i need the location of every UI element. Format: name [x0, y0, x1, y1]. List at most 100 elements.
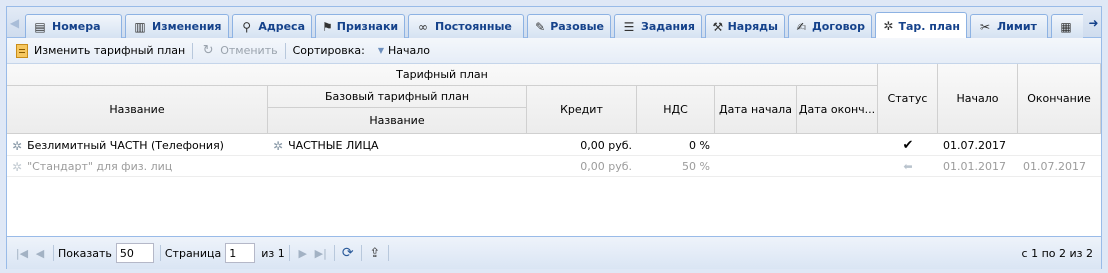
sort-desc-icon: ▼ [377, 46, 385, 55]
undo-icon: ↻ [202, 43, 214, 58]
cell-vat: 50 % [682, 160, 710, 173]
pager-divider [360, 245, 362, 261]
sim-card-icon: ▤ [34, 19, 46, 34]
pager-divider [333, 245, 335, 261]
tab-scroll-left-icon[interactable]: ◀ [8, 13, 21, 33]
tab-label: Наряды [727, 20, 778, 33]
tab-label: Постоянные [435, 20, 512, 33]
link-icon: ∞ [418, 19, 428, 34]
cell-begin: 01.07.2017 [943, 139, 1006, 152]
column-header-end[interactable]: Окончание [1018, 64, 1101, 134]
plan-name: "Стандарт" для физ. лиц [27, 160, 173, 173]
tab-numbers[interactable]: ▤ Номера [25, 14, 122, 38]
table-row[interactable]: ✲ "Стандарт" для физ. лиц 0,00 руб. 50 %… [7, 156, 1101, 177]
change-plan-icon [14, 43, 30, 59]
column-header-vat[interactable]: НДС [637, 86, 715, 134]
tasks-icon: ☰ [623, 19, 635, 34]
sort-value: Начало [388, 44, 431, 57]
tariff-plan-icon: ✲ [12, 159, 23, 174]
tab-label: Тар. план [898, 19, 961, 33]
tariff-icon: ✲ [883, 19, 894, 33]
pager-divider [53, 245, 54, 261]
column-header-name[interactable]: Название [7, 86, 268, 134]
grid-header: Тарифный план Название Базовый тарифный … [7, 64, 1101, 134]
pager-divider [387, 245, 389, 261]
column-header-end-date[interactable]: Дата оконч... [797, 86, 878, 134]
tab-permanent[interactable]: ∞ Постоянные [408, 14, 524, 38]
cell-end-date [797, 135, 878, 156]
toolbar-divider [284, 42, 286, 59]
cell-start-date [715, 156, 797, 177]
cell-end: 01.07.2017 [1023, 160, 1086, 173]
plan-name: Безлимитный ЧАСТН (Телефония) [27, 139, 224, 152]
column-header-base-name[interactable]: Название [268, 108, 527, 134]
export-upload-icon[interactable]: ⇪ [366, 244, 384, 262]
tab-label: Признаки [336, 20, 399, 33]
tab-label: Разовые [550, 20, 604, 33]
column-header-status[interactable]: Статус [878, 64, 938, 134]
pager-divider [288, 245, 290, 261]
tab-label: Договор [811, 20, 865, 33]
tariff-plan-grid: Тарифный план Название Базовый тарифный … [7, 64, 1101, 177]
wrench-icon: ✎ [535, 19, 546, 34]
page-count: из 1 [261, 246, 285, 260]
column-header-start-date[interactable]: Дата начала [715, 86, 797, 134]
cell-credit: 0,00 руб. [580, 139, 632, 152]
cell-end-date [797, 156, 878, 177]
cell-name: ✲ "Стандарт" для физ. лиц [7, 156, 268, 177]
status-active-icon: ✔ [902, 138, 914, 153]
paging-toolbar: |◀ ◀ Показать 50 Страница 1 из 1 ▶ ▶| ⟳ … [7, 236, 1101, 269]
toolbar: Изменить тарифный план ↻ Отменить Сортир… [7, 38, 1101, 64]
sort-begin-button[interactable]: ▼ Начало [365, 41, 433, 61]
last-page-icon[interactable]: ▶| [312, 244, 330, 262]
pager-divider [159, 245, 161, 261]
tab-one-time[interactable]: ✎ Разовые [527, 14, 611, 38]
column-header-begin[interactable]: Начало [938, 64, 1018, 134]
tab-scroll-right-icon[interactable]: ➜ [1087, 13, 1100, 33]
cancel-label: Отменить [220, 44, 278, 57]
tab-label: Адреса [258, 20, 305, 33]
prev-page-icon[interactable]: ◀ [31, 244, 49, 262]
cell-vat: 0 % [689, 139, 710, 152]
tab-contract[interactable]: ✍ Договор [788, 14, 872, 38]
tab-limit[interactable]: ✂ Лимит [970, 14, 1048, 38]
tariff-plan-icon: ✲ [12, 138, 23, 153]
tab-extra[interactable]: ▦ [1051, 14, 1083, 38]
base-plan-name: ЧАСТНЫЕ ЛИЦА [288, 139, 379, 152]
show-label: Показать [58, 246, 112, 260]
scissors-icon: ✂ [979, 19, 991, 34]
tab-label: Лимит [997, 20, 1037, 33]
change-tariff-plan-button[interactable]: Изменить тарифный план [11, 41, 188, 61]
status-previous-arrow-icon: ⬅ [903, 160, 913, 173]
paging-summary: с 1 по 2 из 2 [1021, 247, 1093, 260]
tab-orders[interactable]: ⚒ Наряды [705, 14, 785, 38]
page-size-input[interactable]: 50 [115, 243, 154, 263]
next-page-icon[interactable]: ▶ [294, 244, 312, 262]
tab-bar: ◀ ▤ Номера ▥ Изменения ⚲ Адреса ⚑ Призна… [7, 7, 1101, 38]
cell-credit: 0,00 руб. [580, 160, 632, 173]
tab-attributes[interactable]: ⚑ Признаки [315, 14, 405, 38]
change-plan-label: Изменить тарифный план [34, 44, 186, 57]
cancel-button[interactable]: ↻ Отменить [197, 41, 280, 61]
cell-end [1018, 135, 1101, 156]
tab-tasks[interactable]: ☰ Задания [614, 14, 702, 38]
sort-label: Сортировка: [292, 44, 365, 57]
changes-doc-icon: ▥ [134, 19, 146, 34]
tariff-plan-group-header: Тарифный план [7, 64, 878, 86]
tariff-plan-icon: ✲ [273, 138, 284, 153]
tab-addresses[interactable]: ⚲ Адреса [232, 14, 312, 38]
tools-icon: ⚒ [712, 19, 724, 34]
tab-changes[interactable]: ▥ Изменения [125, 14, 229, 38]
cell-base-name: ✲ ЧАСТНЫЕ ЛИЦА [268, 135, 527, 156]
page-number-input[interactable]: 1 [225, 243, 256, 263]
cell-base-name [268, 156, 527, 177]
page-label: Страница [164, 246, 222, 260]
tab-label: Задания [641, 20, 695, 33]
refresh-icon[interactable]: ⟳ [339, 244, 357, 262]
tab-tariff-plan[interactable]: ✲ Тар. план [875, 12, 967, 38]
first-page-icon[interactable]: |◀ [13, 244, 31, 262]
chip-icon: ▦ [1060, 19, 1072, 34]
column-header-credit[interactable]: Кредит [527, 86, 637, 134]
table-row[interactable]: ✲ Безлимитный ЧАСТН (Телефония) ✲ ЧАСТНЫ… [7, 135, 1101, 156]
tab-label: Номера [52, 20, 101, 33]
